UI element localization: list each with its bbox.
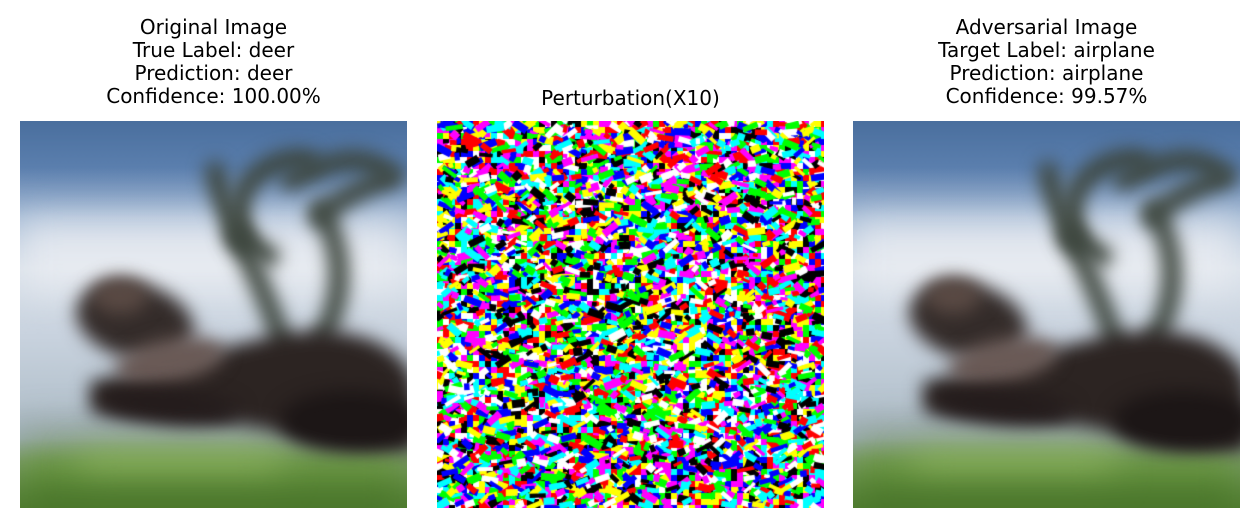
adversarial-image-heading: Adversarial Image	[955, 15, 1138, 39]
original-image-title: Original Image True Label: deer Predicti…	[20, 16, 407, 108]
perturbation-image	[437, 121, 824, 508]
original-image	[20, 121, 407, 508]
adversarial-image	[853, 121, 1240, 508]
perturbation-heading: Perturbation(X10)	[541, 86, 720, 110]
target-label-text: Target Label: airplane	[938, 38, 1155, 62]
perturbation-title: Perturbation(X10)	[437, 87, 824, 110]
adversarial-image-title: Adversarial Image Target Label: airplane…	[853, 16, 1240, 108]
adversarial-prediction-text: Prediction: airplane	[949, 61, 1144, 85]
original-prediction-text: Prediction: deer	[134, 61, 293, 85]
original-deer-picture	[20, 121, 407, 508]
original-image-heading: Original Image	[139, 15, 288, 39]
original-confidence-text: Confidence: 100.00%	[106, 84, 321, 108]
true-label-text: True Label: deer	[132, 38, 295, 62]
adversarial-deer-picture	[853, 121, 1240, 508]
adversarial-confidence-text: Confidence: 99.57%	[945, 84, 1148, 108]
perturbation-noise-picture	[437, 121, 824, 508]
